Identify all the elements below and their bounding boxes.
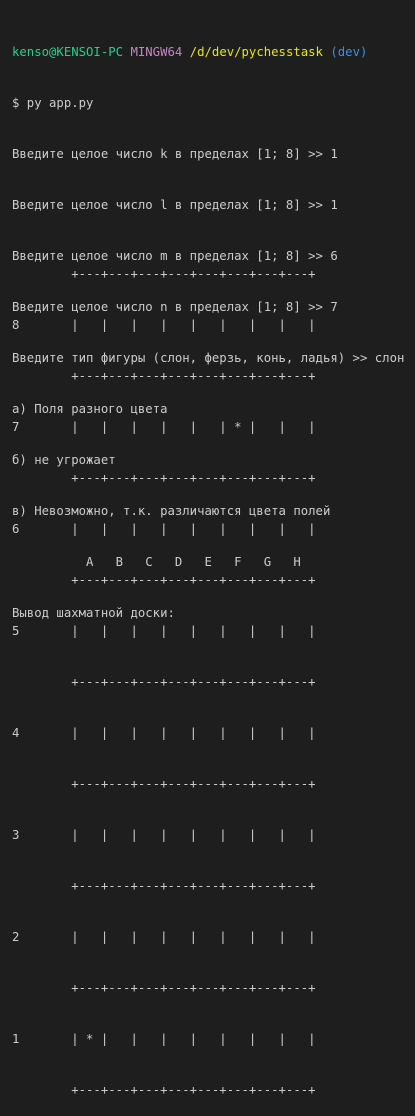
board-rank-5: 5 | | | | | | | | | xyxy=(12,624,316,638)
board-rank-8: 8 | | | | | | | | | xyxy=(12,318,316,332)
prompt-system: MINGW64 xyxy=(130,45,183,59)
board-border: +---+---+---+---+---+---+---+---+ xyxy=(12,879,316,893)
board-rank-1: 1 | * | | | | | | | | xyxy=(12,1032,316,1046)
board-border: +---+---+---+---+---+---+---+---+ xyxy=(12,777,316,791)
board-rank-2: 2 | | | | | | | | | xyxy=(12,930,316,944)
board-border: +---+---+---+---+---+---+---+---+ xyxy=(12,981,316,995)
board-file-labels: A B C D E F G H xyxy=(12,555,301,569)
board-border: +---+---+---+---+---+---+---+---+ xyxy=(12,369,316,383)
board-border: +---+---+---+---+---+---+---+---+ xyxy=(12,675,316,689)
board-rank-4: 4 | | | | | | | | | xyxy=(12,726,316,740)
board-rank-6: 6 | | | | | | | | | xyxy=(12,522,316,536)
output-line: Введите целое число l в пределах [1; 8] … xyxy=(12,198,338,212)
board-border: +---+---+---+---+---+---+---+---+ xyxy=(12,573,316,587)
chessboard-ascii: +---+---+---+---+---+---+---+---+ 8 | | … xyxy=(12,232,316,1116)
prompt-branch: (dev) xyxy=(330,45,368,59)
prompt-user-host: kenso@KENSOI-PC xyxy=(12,45,124,59)
board-border: +---+---+---+---+---+---+---+---+ xyxy=(12,1083,316,1097)
output-line: Введите целое число k в пределах [1; 8] … xyxy=(12,147,338,161)
board-border: +---+---+---+---+---+---+---+---+ xyxy=(12,471,316,485)
prompt-line: kenso@KENSOI-PC MINGW64 /d/dev/pychessta… xyxy=(12,44,404,61)
prompt-path: /d/dev/pychesstask xyxy=(189,45,323,59)
command-line: $ py app.py xyxy=(12,96,94,110)
board-rank-7: 7 | | | | | | * | | | xyxy=(12,420,316,434)
board-rank-3: 3 | | | | | | | | | xyxy=(12,828,316,842)
board-border: +---+---+---+---+---+---+---+---+ xyxy=(12,267,316,281)
